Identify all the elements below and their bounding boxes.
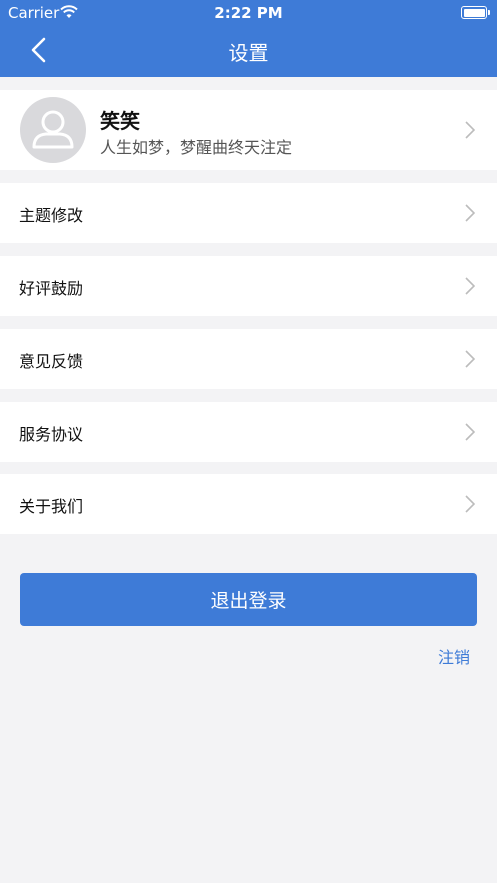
profile-name: 笑笑	[100, 109, 140, 133]
menu-item-feedback[interactable]: 意见反馈	[0, 329, 497, 389]
profile-motto: 人生如梦，梦醒曲终天注定	[100, 138, 293, 157]
header: Carrier 2:22 PM 设置	[0, 0, 497, 77]
chevron-right-icon	[465, 495, 475, 513]
battery-icon	[461, 6, 490, 19]
menu-item-label: 关于我们	[19, 497, 84, 516]
menu-item-label: 服务协议	[19, 425, 84, 444]
menu-item-label: 意见反馈	[19, 352, 84, 371]
deregister-link[interactable]: 注销	[438, 644, 470, 668]
menu-item-label: 好评鼓励	[19, 279, 84, 298]
chevron-right-icon	[465, 423, 475, 441]
chevron-right-icon	[465, 277, 475, 295]
chevron-right-icon	[465, 350, 475, 368]
menu-item-label: 主题修改	[19, 206, 84, 225]
chevron-right-icon	[465, 121, 475, 139]
menu-item-agreement[interactable]: 服务协议	[0, 402, 497, 462]
user-avatar-icon	[20, 97, 86, 163]
page-title: 设置	[228, 41, 269, 65]
logout-button[interactable]: 退出登录	[20, 573, 477, 626]
chevron-right-icon	[465, 204, 475, 222]
status-time: 2:22 PM	[214, 4, 283, 22]
menu-item-rate[interactable]: 好评鼓励	[0, 256, 497, 316]
menu-item-about[interactable]: 关于我们	[0, 474, 497, 534]
profile-card[interactable]: 笑笑 人生如梦，梦醒曲终天注定	[0, 90, 497, 170]
menu-item-theme[interactable]: 主题修改	[0, 183, 497, 243]
